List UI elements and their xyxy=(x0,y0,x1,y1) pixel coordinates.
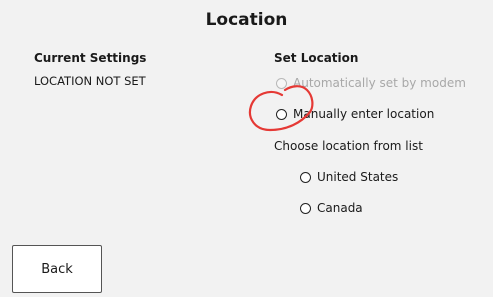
radio-canada[interactable]: Canada xyxy=(300,201,363,215)
current-settings-heading: Current Settings xyxy=(34,51,147,65)
radio-automatic: Automatically set by modem xyxy=(276,76,466,90)
radio-manual-label: Manually enter location xyxy=(293,107,435,121)
current-location-value: LOCATION NOT SET xyxy=(34,74,146,88)
radio-manual[interactable]: Manually enter location xyxy=(276,107,434,121)
radio-united-states-label: United States xyxy=(317,170,399,184)
radio-circle-icon[interactable] xyxy=(300,202,311,214)
choose-from-list-label: Choose location from list xyxy=(274,139,423,153)
back-button[interactable]: Back xyxy=(12,245,102,293)
radio-circle-icon xyxy=(276,77,287,89)
set-location-heading: Set Location xyxy=(274,51,359,65)
page-title: Location xyxy=(205,10,288,30)
radio-circle-icon[interactable] xyxy=(300,171,311,183)
radio-circle-icon[interactable] xyxy=(276,108,287,120)
radio-canada-label: Canada xyxy=(317,201,363,215)
radio-united-states[interactable]: United States xyxy=(300,170,398,184)
radio-automatic-label: Automatically set by modem xyxy=(293,76,466,90)
